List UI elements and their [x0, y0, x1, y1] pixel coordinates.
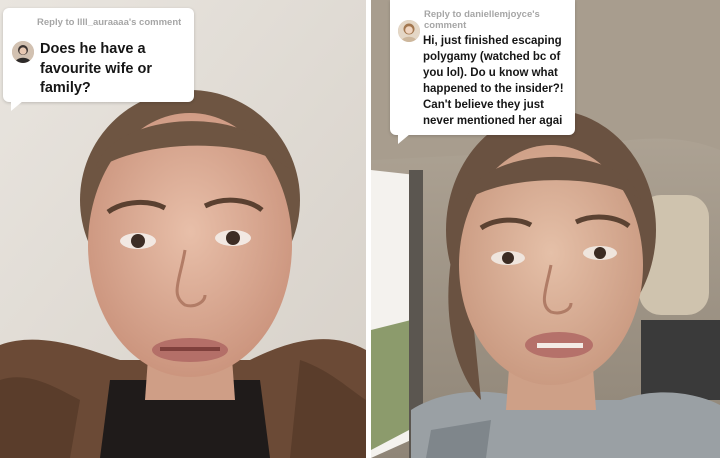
bubble-tail	[11, 101, 23, 111]
reply-to-label-line: Reply to daniellemjoyce's	[424, 9, 540, 20]
bubble-tail	[398, 134, 410, 144]
comment-line: happened to the insider?!	[423, 83, 564, 95]
comment-line: family?	[40, 80, 91, 96]
comment-line: never mentioned her agai	[423, 115, 563, 127]
reply-to-label: Reply to daniellemjoyce's comment	[424, 9, 540, 31]
comment-reply-bubble[interactable]: Reply to llll_auraaaa's comment Does he …	[3, 8, 194, 111]
reply-to-label-line: comment	[424, 20, 467, 31]
video-frame-left[interactable]: Reply to llll_auraaaa's comment Does he …	[0, 0, 366, 458]
reply-to-label: Reply to llll_auraaaa's comment	[37, 17, 182, 28]
comment-line: you lol). Do u know what	[423, 67, 558, 79]
commenter-avatar[interactable]	[12, 41, 34, 63]
comment-text: Does he have a favourite wife or family?	[40, 40, 190, 99]
video-frame-right[interactable]: Reply to daniellemjoyce's comment Hi, ju…	[371, 0, 720, 458]
comment-reply-bubble[interactable]: Reply to daniellemjoyce's comment Hi, ju…	[390, 0, 575, 144]
comment-line: Does he have a	[40, 41, 146, 57]
comment-text: Hi, just finished escaping polygamy (wat…	[423, 33, 575, 129]
comment-line: Hi, just finished escaping	[423, 35, 562, 47]
commenter-avatar[interactable]	[398, 20, 420, 42]
comment-line: polygamy (watched bc of	[423, 51, 561, 63]
comment-line: Can't believe they just	[423, 99, 544, 111]
comment-line: favourite wife or	[40, 60, 152, 77]
